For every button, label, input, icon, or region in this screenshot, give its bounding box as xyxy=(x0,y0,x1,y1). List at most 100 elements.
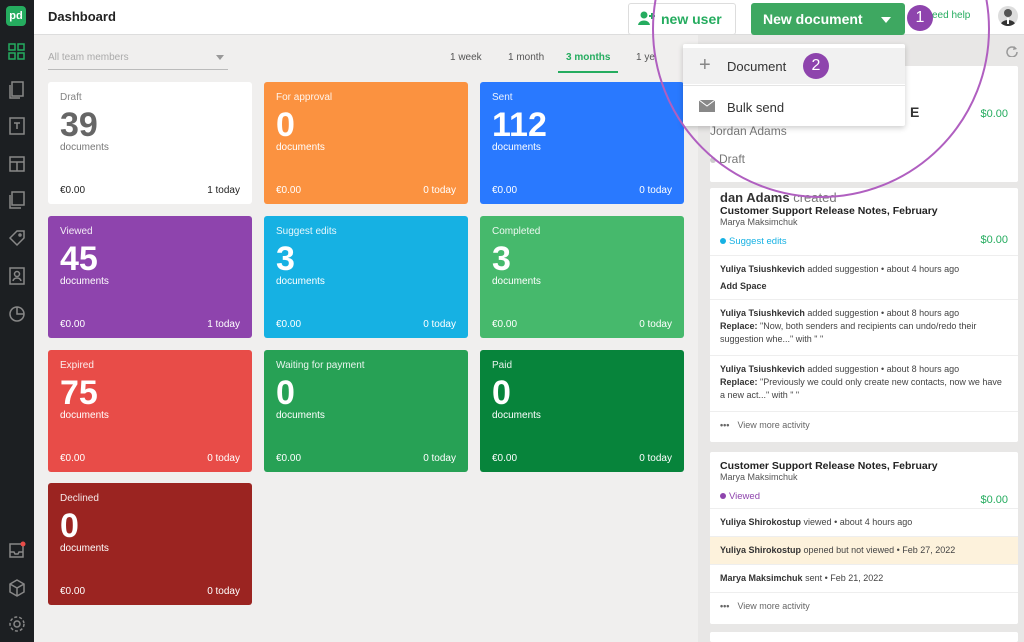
activity-text: viewed • about 4 hours ago xyxy=(803,517,913,527)
range-1-week[interactable]: 1 week xyxy=(450,52,482,63)
status-label: Draft xyxy=(719,152,746,166)
active-range-underline xyxy=(558,71,618,73)
card-subtitle: documents xyxy=(276,410,325,421)
card-amount: €0.00 xyxy=(492,319,518,330)
range-1-month[interactable]: 1 month xyxy=(508,52,544,63)
status-card-waiting-for-payment[interactable]: Waiting for payment 0 documents €0.00 0 toda… xyxy=(264,350,468,472)
document-amount: $0.00 xyxy=(980,494,1008,506)
add-new-user-button[interactable]: new user xyxy=(628,3,736,35)
sidebar: pd xyxy=(0,0,34,642)
activity-detail-label: Replace: xyxy=(720,377,758,387)
card-amount: €0.00 xyxy=(492,453,518,464)
card-label: Viewed xyxy=(60,226,93,237)
card-amount: €0.00 xyxy=(60,586,86,597)
menu-item-bulk-send[interactable]: Bulk send xyxy=(683,89,905,125)
more-dots-icon: ••• xyxy=(720,420,730,430)
documents-icon[interactable] xyxy=(7,80,27,100)
chevron-down-icon xyxy=(881,17,891,23)
card-count: 0 xyxy=(60,507,79,545)
activity-item: Marya Maksimchuk sent • Feb 21, 2022 xyxy=(710,564,1018,592)
card-label: Paid xyxy=(492,360,513,371)
card-today: 0 today xyxy=(207,586,240,597)
status-card-completed[interactable]: Completed 3 documents €0.00 0 today xyxy=(480,216,684,338)
activity-header-action: created xyxy=(793,190,837,205)
document-title[interactable]: Customer Support Release Notes, February xyxy=(720,460,1008,472)
range-3-months[interactable]: 3 months xyxy=(566,52,610,63)
card-today: 0 today xyxy=(207,453,240,464)
card-label: Expired xyxy=(60,360,94,371)
new-document-label: New document xyxy=(763,11,863,27)
card-today: 0 today xyxy=(423,185,456,196)
contacts-icon[interactable] xyxy=(7,266,27,286)
document-title[interactable]: Customer Support Release Notes, February xyxy=(720,205,1008,217)
new-document-button[interactable]: New document xyxy=(751,3,905,35)
activity-text: added suggestion • about 8 hours ago xyxy=(807,364,960,374)
activity-detail: "Now, both senders and recipients can un… xyxy=(720,321,977,344)
card-amount: €0.00 xyxy=(60,185,86,196)
document-author: Jordan Adams xyxy=(710,124,787,138)
card-subtitle: documents xyxy=(60,142,109,153)
card-amount: €0.00 xyxy=(276,453,302,464)
templates-icon[interactable] xyxy=(7,116,27,136)
status-badge: Draft xyxy=(710,152,745,166)
card-count: 0 xyxy=(276,374,295,412)
status-dot-icon xyxy=(720,238,726,245)
card-subtitle: documents xyxy=(276,142,325,153)
status-label: Viewed xyxy=(729,491,760,502)
status-card-for-approval[interactable]: For approval 0 documents €0.00 0 today xyxy=(264,82,468,204)
card-subtitle: documents xyxy=(60,276,109,287)
dashboard-icon[interactable] xyxy=(7,42,27,62)
card-label: Completed xyxy=(492,226,541,237)
document-owner: Marya Maksimchuk xyxy=(720,217,798,227)
content-library-icon[interactable] xyxy=(7,154,27,174)
settings-gear-icon[interactable] xyxy=(7,614,27,634)
view-more-activity-link[interactable]: ••• View more activity xyxy=(710,592,1018,620)
need-help-link[interactable]: eed help xyxy=(932,10,970,21)
card-count: 0 xyxy=(492,374,511,412)
status-card-expired[interactable]: Expired 75 documents €0.00 0 today xyxy=(48,350,252,472)
menu-item-document[interactable]: + Document xyxy=(683,48,905,84)
status-card-paid[interactable]: Paid 0 documents €0.00 0 today xyxy=(480,350,684,472)
pandadoc-logo-icon[interactable]: pd xyxy=(6,6,26,26)
status-card-suggest-edits[interactable]: Suggest edits 3 documents €0.00 0 today xyxy=(264,216,468,338)
card-subtitle: documents xyxy=(492,276,541,287)
card-today: 0 today xyxy=(423,453,456,464)
range-1-year[interactable]: 1 ye xyxy=(636,52,655,63)
card-count: 3 xyxy=(276,240,295,278)
status-badge: Suggest edits xyxy=(720,236,1008,247)
status-card-sent[interactable]: Sent 112 documents €0.00 0 today xyxy=(480,82,684,204)
menu-item-bulk-send-label: Bulk send xyxy=(727,100,785,115)
inbox-icon[interactable] xyxy=(7,540,27,560)
tag-icon[interactable] xyxy=(7,228,27,248)
integrations-icon[interactable] xyxy=(7,578,27,598)
status-dot-icon xyxy=(710,156,716,163)
status-card-declined[interactable]: Declined 0 documents €0.00 0 today xyxy=(48,483,252,605)
step-badge-2: 2 xyxy=(803,53,829,79)
card-count: 75 xyxy=(60,374,98,412)
activity-user: Yuliya Shirokostup xyxy=(720,545,802,555)
activity-card-suggest-edits[interactable]: dan Adams created Customer Support Relea… xyxy=(710,188,1018,442)
activity-detail: Add Space xyxy=(720,281,767,291)
card-count: 0 xyxy=(276,106,295,144)
view-more-label: View more activity xyxy=(737,601,810,611)
view-more-activity-link[interactable]: ••• View more activity xyxy=(710,411,1018,439)
card-subtitle: documents xyxy=(60,543,109,554)
envelope-icon xyxy=(698,99,716,115)
activity-item: Yuliya Tsiushkevich added suggestion • a… xyxy=(710,255,1018,299)
card-amount: €0.00 xyxy=(60,453,86,464)
card-count: 39 xyxy=(60,106,98,144)
chevron-down-icon xyxy=(216,55,224,60)
status-card-draft[interactable]: Draft 39 documents €0.00 1 today xyxy=(48,82,252,204)
activity-text: added suggestion • about 8 hours ago xyxy=(807,308,960,318)
card-today: 1 today xyxy=(207,319,240,330)
reports-icon[interactable] xyxy=(7,304,27,324)
refresh-icon[interactable] xyxy=(1006,44,1018,62)
catalog-icon[interactable] xyxy=(7,190,27,210)
card-count: 45 xyxy=(60,240,98,278)
team-members-filter[interactable]: All team members xyxy=(48,48,228,70)
status-card-viewed[interactable]: Viewed 45 documents €0.00 1 today xyxy=(48,216,252,338)
menu-item-document-label: Document xyxy=(727,59,787,74)
avatar[interactable] xyxy=(998,6,1018,26)
step-badge-1: 1 xyxy=(907,5,933,31)
activity-card-viewed[interactable]: Customer Support Release Notes, February… xyxy=(710,452,1018,624)
